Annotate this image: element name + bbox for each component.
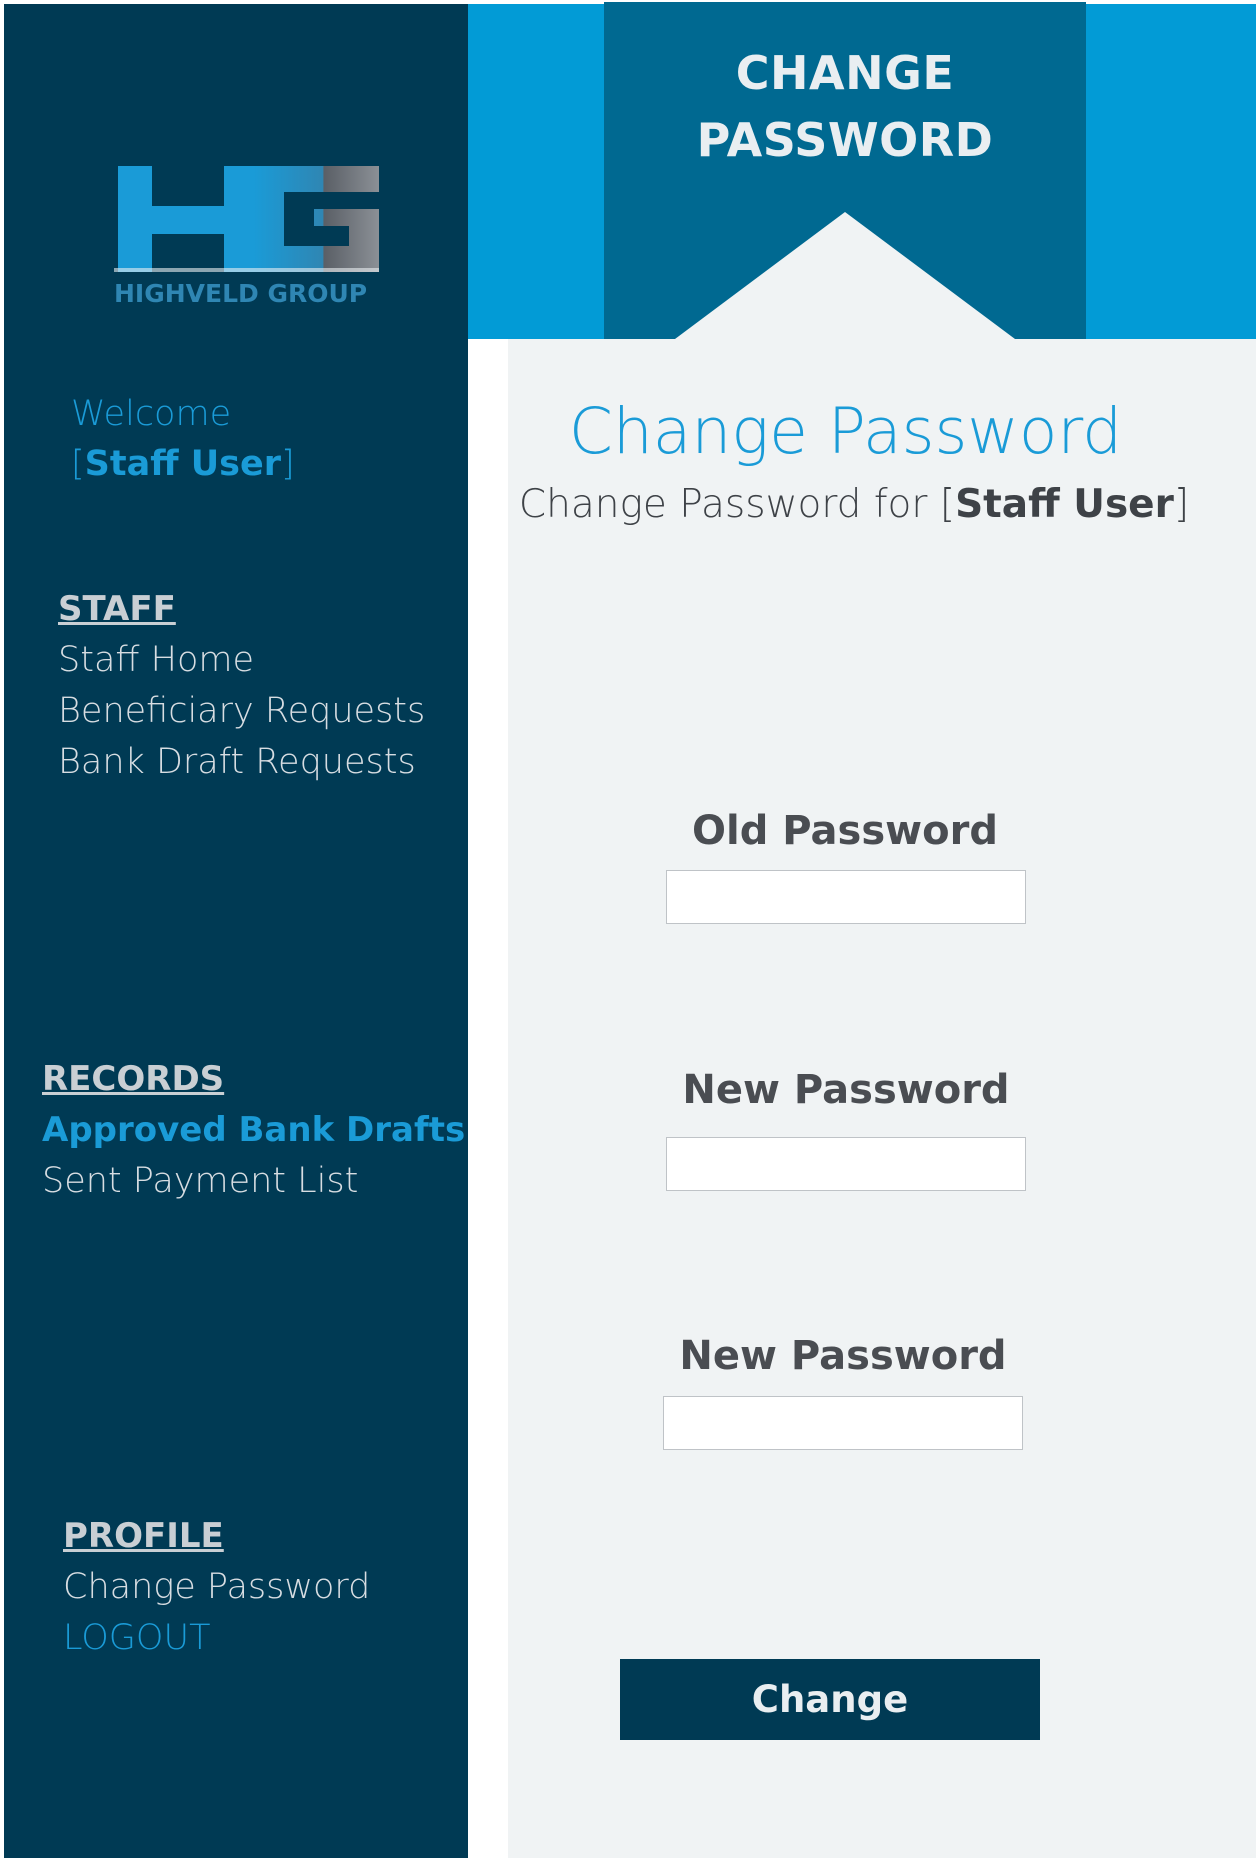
new-password-label: New Password [682, 1067, 1010, 1113]
welcome-user: [Staff User] [71, 444, 295, 484]
svg-text:HIGHVELD GROUP: HIGHVELD GROUP [114, 279, 367, 304]
page-subtitle: Change Password for [Staff User] [518, 482, 1190, 527]
page-title: Change Password [568, 395, 1123, 468]
nav-item-staff-home[interactable]: Staff Home [58, 635, 425, 686]
nav-item-approved-bank-drafts[interactable]: Approved Bank Drafts [42, 1105, 465, 1156]
sidebar: HIGHVELD GROUP Welcome [Staff User] STAF… [4, 4, 468, 1858]
confirm-password-label: New Password [679, 1333, 1007, 1379]
confirm-password-input[interactable] [663, 1396, 1023, 1450]
nav-heading-profile: PROFILE [63, 1516, 224, 1556]
nav-item-bank-draft-requests[interactable]: Bank Draft Requests [58, 737, 425, 788]
change-button[interactable]: Change [620, 1659, 1040, 1740]
welcome-block: Welcome [Staff User] [71, 389, 295, 489]
old-password-input[interactable] [666, 870, 1026, 924]
nav-item-change-password[interactable]: Change Password [63, 1562, 370, 1613]
old-password-label: Old Password [692, 808, 998, 854]
nav-heading-records: RECORDS [42, 1059, 225, 1099]
nav-group-staff: STAFF Staff Home Beneficiary Requests Ba… [58, 584, 425, 788]
welcome-text: Welcome [71, 394, 232, 434]
highveld-group-logo: HIGHVELD GROUP [114, 166, 379, 304]
nav-item-sent-payment-list[interactable]: Sent Payment List [42, 1156, 465, 1207]
nav-group-profile: PROFILE Change Password LOGOUT [63, 1511, 370, 1664]
nav-item-beneficiary-requests[interactable]: Beneficiary Requests [58, 686, 425, 737]
nav-group-records: RECORDS Approved Bank Drafts Sent Paymen… [42, 1054, 465, 1207]
nav-item-logout[interactable]: LOGOUT [63, 1613, 370, 1664]
nav-heading-staff: STAFF [58, 589, 176, 629]
new-password-input[interactable] [666, 1137, 1026, 1191]
banner-title: CHANGE PASSWORD [696, 46, 994, 167]
